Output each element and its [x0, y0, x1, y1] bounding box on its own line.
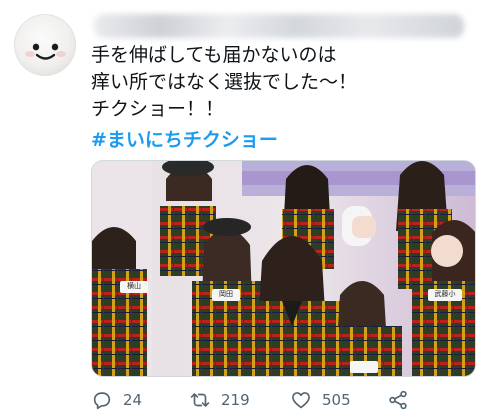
comment-icon [93, 392, 111, 410]
retweet-icon [190, 393, 210, 407]
name-badge: 岡田 [219, 290, 233, 298]
like-button[interactable]: 505 [290, 387, 351, 413]
name-badge: 武藤小 [435, 289, 456, 298]
retweet-button[interactable]: 219 [189, 387, 250, 413]
reply-count: 24 [123, 391, 143, 409]
hashtag-link[interactable]: #まいにちチクショー [91, 125, 278, 152]
like-count: 505 [322, 391, 351, 409]
heart-icon [292, 392, 310, 409]
name-badge: 横山 [127, 281, 141, 290]
blurred-username [94, 14, 464, 38]
tweet-media-photo[interactable]: 横山岡田 武藤小 [91, 160, 476, 377]
avatar[interactable] [14, 14, 76, 76]
share-icon [389, 390, 407, 410]
retweet-count: 219 [221, 391, 250, 409]
smiley-face-icon [25, 43, 66, 60]
tweet-text-line: 痒い所ではなく選抜でした〜！ [91, 71, 358, 93]
tweet-actions-bar: 24 219 505 [91, 387, 471, 413]
tweet-text-line: 手を伸ばしても届かないのは [91, 44, 337, 66]
group-photo: 横山岡田 武藤小 [92, 161, 475, 376]
tweet-card[interactable]: 手を伸ばしても届かないのは 痒い所ではなく選抜でした〜！ チクショー！！ #まい… [0, 0, 480, 420]
tweet-text-line: チクショー！！ [91, 98, 225, 120]
share-button[interactable] [387, 387, 419, 413]
tweet-text: 手を伸ばしても届かないのは 痒い所ではなく選抜でした〜！ チクショー！！ [91, 42, 466, 123]
reply-button[interactable]: 24 [91, 387, 142, 413]
